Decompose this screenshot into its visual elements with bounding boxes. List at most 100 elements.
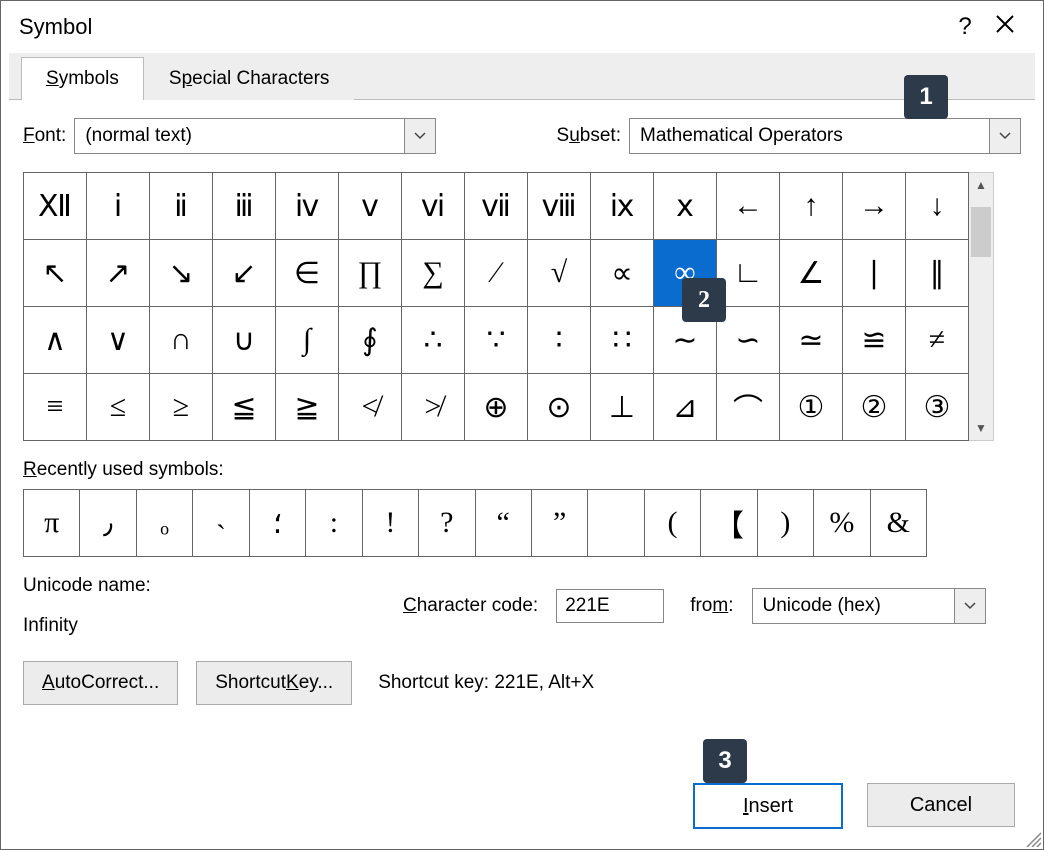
symbol-cell[interactable]: ⅲ	[213, 173, 276, 240]
recent-grid: π٫ₒ˴؛:!?“” (【)%&	[23, 489, 927, 557]
resize-grip-icon[interactable]	[1023, 829, 1041, 847]
step-badge-1: 1	[904, 75, 948, 119]
symbol-cell[interactable]: ∮	[339, 307, 402, 374]
recent-symbol-cell[interactable]: “	[475, 490, 531, 557]
symbol-cell[interactable]: √	[528, 240, 591, 307]
insert-button[interactable]: Insert	[693, 783, 843, 829]
symbol-cell[interactable]: ≃	[780, 307, 843, 374]
symbol-cell[interactable]: ⅹ	[654, 173, 717, 240]
symbol-cell[interactable]: ∏	[339, 240, 402, 307]
symbol-cell[interactable]: ①	[780, 374, 843, 441]
chevron-down-icon[interactable]	[404, 119, 435, 153]
symbol-cell[interactable]: ↑	[780, 173, 843, 240]
recent-symbol-cell[interactable]: ”	[531, 490, 587, 557]
subset-value: Mathematical Operators	[630, 125, 989, 147]
symbol-cell[interactable]: ∪	[213, 307, 276, 374]
symbol-cell[interactable]: ∣	[843, 240, 906, 307]
subset-combo[interactable]: Mathematical Operators 1	[629, 118, 1021, 154]
symbol-cell[interactable]: ∫	[276, 307, 339, 374]
symbol-cell[interactable]: ⅴ	[339, 173, 402, 240]
symbol-cell[interactable]: ⊕	[465, 374, 528, 441]
chevron-down-icon[interactable]	[954, 589, 985, 623]
symbol-cell[interactable]: ≮	[339, 374, 402, 441]
scroll-up-icon[interactable]: ▲	[969, 175, 993, 195]
symbol-cell[interactable]: ↖	[24, 240, 87, 307]
symbol-cell[interactable]: ≤	[87, 374, 150, 441]
font-combo[interactable]: (normal text)	[74, 118, 436, 154]
scrollbar[interactable]: ▲ ▼	[969, 172, 994, 441]
symbol-cell[interactable]: ∈	[276, 240, 339, 307]
symbol-cell[interactable]: ≦	[213, 374, 276, 441]
recent-symbol-cell[interactable]: &	[870, 490, 926, 557]
symbol-cell[interactable]: ≥	[150, 374, 213, 441]
symbol-cell[interactable]: ∞2	[654, 240, 717, 307]
recent-symbol-cell[interactable]: %	[814, 490, 870, 557]
tab-special-characters[interactable]: Special Characters	[144, 57, 355, 100]
symbol-cell[interactable]: ≡	[24, 374, 87, 441]
symbol-cell[interactable]: ∵	[465, 307, 528, 374]
symbol-cell[interactable]: ⊙	[528, 374, 591, 441]
recent-symbol-cell[interactable]: ₒ	[136, 490, 192, 557]
symbol-cell[interactable]: ↗	[87, 240, 150, 307]
chevron-down-icon[interactable]	[989, 119, 1020, 153]
symbol-cell[interactable]: ⅷ	[528, 173, 591, 240]
recent-symbol-cell[interactable]: !	[362, 490, 418, 557]
symbol-cell[interactable]: ↙	[213, 240, 276, 307]
recent-symbol-cell[interactable]: ؛	[249, 490, 305, 557]
close-button[interactable]	[985, 13, 1025, 41]
symbol-cell[interactable]: ≌	[843, 307, 906, 374]
symbol-cell[interactable]: ∝	[591, 240, 654, 307]
autocorrect-button[interactable]: AutoCorrect...	[23, 661, 178, 705]
symbol-cell[interactable]: ③	[906, 374, 969, 441]
recent-symbol-cell[interactable]: 【	[701, 490, 757, 557]
symbol-cell[interactable]: ∠	[780, 240, 843, 307]
window-title: Symbol	[19, 14, 92, 40]
symbol-cell[interactable]: ⅳ	[276, 173, 339, 240]
symbol-cell[interactable]: ∧	[24, 307, 87, 374]
symbol-cell[interactable]: ⌒	[717, 374, 780, 441]
symbol-cell[interactable]: ∑	[402, 240, 465, 307]
step-badge-3: 3	[703, 739, 747, 783]
from-combo[interactable]: Unicode (hex)	[752, 588, 986, 624]
symbol-cell[interactable]: ⊿	[654, 374, 717, 441]
recent-symbol-cell[interactable]: :	[306, 490, 362, 557]
recent-symbol-cell[interactable]: π	[24, 490, 80, 557]
symbol-cell[interactable]: Ⅻ	[24, 173, 87, 240]
symbol-cell[interactable]: ⊥	[591, 374, 654, 441]
symbol-cell[interactable]: ≯	[402, 374, 465, 441]
symbol-cell[interactable]: ∶	[528, 307, 591, 374]
char-code-label: Character code:	[403, 595, 538, 617]
scroll-thumb[interactable]	[971, 207, 991, 257]
symbol-cell[interactable]: ↘	[150, 240, 213, 307]
symbol-cell[interactable]: ②	[843, 374, 906, 441]
symbol-cell[interactable]: ⅸ	[591, 173, 654, 240]
symbol-cell[interactable]: ∥	[906, 240, 969, 307]
symbol-cell[interactable]: ≠	[906, 307, 969, 374]
recent-symbol-cell[interactable]: ˴	[193, 490, 249, 557]
cancel-button[interactable]: Cancel	[867, 783, 1015, 827]
symbol-cell[interactable]: ↓	[906, 173, 969, 240]
symbol-cell[interactable]: ←	[717, 173, 780, 240]
symbol-cell[interactable]: ≧	[276, 374, 339, 441]
char-code-input[interactable]	[556, 589, 664, 623]
symbol-cell[interactable]: ⅵ	[402, 173, 465, 240]
help-button[interactable]: ?	[945, 13, 985, 41]
shortcut-key-button[interactable]: Shortcut Key...	[196, 661, 352, 705]
symbol-cell[interactable]: ∕	[465, 240, 528, 307]
tab-symbols[interactable]: Symbols	[21, 57, 144, 100]
symbol-cell[interactable]: ∴	[402, 307, 465, 374]
recent-symbol-cell[interactable]: )	[757, 490, 813, 557]
symbol-cell[interactable]: ∷	[591, 307, 654, 374]
recent-symbol-cell[interactable]: (	[644, 490, 700, 557]
shortcut-label: Shortcut key: 221E, Alt+X	[378, 672, 594, 694]
symbol-cell[interactable]: ∨	[87, 307, 150, 374]
recent-symbol-cell[interactable]: ٫	[80, 490, 136, 557]
symbol-cell[interactable]: ⅱ	[150, 173, 213, 240]
symbol-cell[interactable]: ⅰ	[87, 173, 150, 240]
scroll-down-icon[interactable]: ▼	[969, 418, 993, 438]
recent-symbol-cell[interactable]	[588, 490, 644, 557]
symbol-cell[interactable]: ∩	[150, 307, 213, 374]
recent-symbol-cell[interactable]: ?	[419, 490, 475, 557]
symbol-cell[interactable]: →	[843, 173, 906, 240]
symbol-cell[interactable]: ⅶ	[465, 173, 528, 240]
